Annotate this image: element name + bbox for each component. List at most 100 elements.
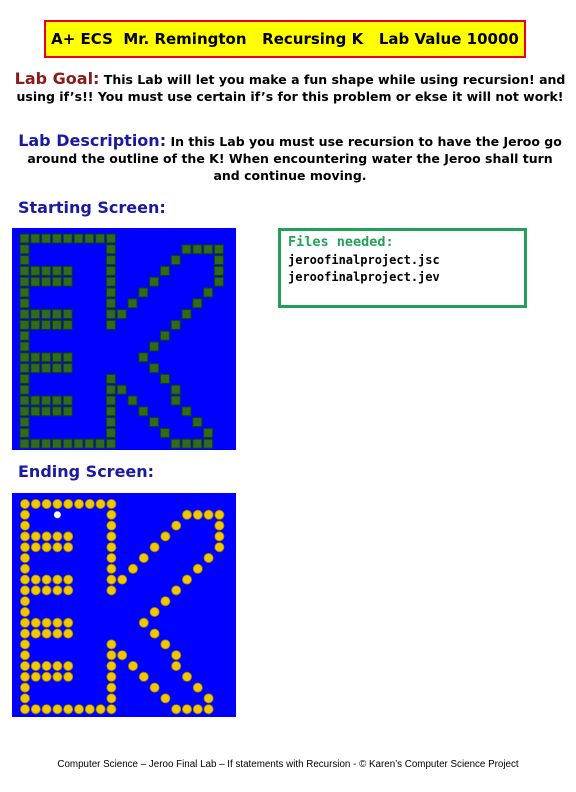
flower-tile	[84, 704, 95, 715]
net-tile	[203, 287, 214, 298]
net-tile	[181, 244, 192, 255]
flower-tile	[160, 639, 171, 650]
flower-tile	[63, 660, 74, 671]
net-tile	[41, 233, 52, 244]
net-tile	[170, 438, 181, 449]
net-tile	[159, 427, 170, 438]
flower-tile	[192, 509, 203, 520]
flower-tile	[203, 693, 214, 704]
flower-tile	[19, 542, 30, 553]
flower-tile	[171, 704, 182, 715]
net-tile	[19, 373, 30, 384]
net-tile	[105, 276, 116, 287]
net-tile	[19, 287, 30, 298]
lab-goal-text: This Lab will let you make a fun shape w…	[16, 72, 566, 104]
net-tile	[62, 438, 73, 449]
net-tile	[116, 309, 127, 320]
starting-screen-heading: Starting Screen:	[18, 198, 166, 217]
flower-tile	[41, 585, 52, 596]
net-tile	[181, 438, 192, 449]
flower-tile	[52, 628, 63, 639]
net-tile	[149, 363, 160, 374]
net-tile	[213, 276, 224, 287]
net-tile	[127, 298, 138, 309]
net-tile	[51, 276, 62, 287]
net-tile	[30, 395, 41, 406]
net-tile	[213, 265, 224, 276]
net-tile	[30, 233, 41, 244]
flower-tile	[30, 628, 41, 639]
net-tile	[51, 233, 62, 244]
flower-tile	[128, 563, 139, 574]
net-tile	[159, 373, 170, 384]
flower-tile	[160, 531, 171, 542]
net-tile	[203, 427, 214, 438]
net-tile	[105, 384, 116, 395]
net-tile	[105, 438, 116, 449]
flower-tile	[19, 650, 30, 661]
flower-tile	[117, 650, 128, 661]
net-tile	[19, 352, 30, 363]
net-tile	[84, 233, 95, 244]
net-tile	[62, 406, 73, 417]
flower-tile	[171, 660, 182, 671]
net-tile	[213, 244, 224, 255]
net-tile	[19, 233, 30, 244]
flower-tile	[19, 596, 30, 607]
footer: Computer Science – Jeroo Final Lab – If …	[57, 759, 519, 770]
net-tile	[149, 417, 160, 428]
flower-tile	[30, 574, 41, 585]
net-tile	[62, 233, 73, 244]
net-tile	[19, 309, 30, 320]
flower-tile	[41, 542, 52, 553]
net-tile	[159, 330, 170, 341]
flower-tile	[203, 509, 214, 520]
flower-tile	[30, 617, 41, 628]
net-tile	[170, 395, 181, 406]
flower-tile	[30, 671, 41, 682]
net-tile	[192, 417, 203, 428]
net-tile	[192, 438, 203, 449]
net-tile	[84, 438, 95, 449]
net-tile	[105, 427, 116, 438]
net-tile	[19, 276, 30, 287]
flower-tile	[52, 585, 63, 596]
ending-screen-heading: Ending Screen:	[18, 462, 155, 481]
file-item: jeroofinalproject.jev	[288, 270, 440, 284]
flower-tile	[171, 650, 182, 661]
flower-tile	[19, 607, 30, 618]
lab-title: A+ ECS Mr. Remington Recursing K Lab Val…	[44, 20, 526, 58]
lab-goal-label: Lab Goal:	[14, 69, 100, 88]
net-tile	[62, 363, 73, 374]
net-tile	[105, 255, 116, 266]
flower-tile	[41, 671, 52, 682]
flower-tile	[30, 585, 41, 596]
net-tile	[51, 406, 62, 417]
flower-tile	[41, 704, 52, 715]
flower-tile	[41, 574, 52, 585]
flower-tile	[74, 704, 85, 715]
flower-tile	[95, 499, 106, 509]
flower-tile	[52, 499, 63, 509]
net-tile	[105, 309, 116, 320]
starting-screen-board	[12, 228, 236, 450]
flower-tile	[181, 509, 192, 520]
flower-tile	[52, 531, 63, 542]
net-tile	[30, 309, 41, 320]
flower-tile	[19, 628, 30, 639]
net-tile	[105, 298, 116, 309]
net-tile	[213, 255, 224, 266]
net-tile	[19, 384, 30, 395]
net-tile	[19, 298, 30, 309]
flower-tile	[181, 704, 192, 715]
net-tile	[181, 309, 192, 320]
flower-tile	[160, 693, 171, 704]
flower-tile	[106, 660, 117, 671]
net-tile	[19, 330, 30, 341]
flower-tile	[106, 704, 117, 715]
flower-tile	[52, 671, 63, 682]
net-tile	[62, 352, 73, 363]
flower-tile	[181, 574, 192, 585]
net-tile	[19, 341, 30, 352]
flower-tile	[214, 531, 225, 542]
